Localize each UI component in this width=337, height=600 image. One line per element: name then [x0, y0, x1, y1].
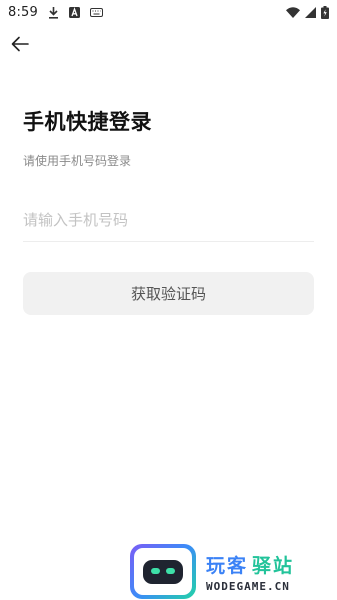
- phone-field: [23, 200, 314, 242]
- signal-icon: [305, 6, 316, 18]
- page-subtitle: 请使用手机号码登录: [23, 154, 132, 168]
- phone-number-input[interactable]: [23, 200, 314, 240]
- text-a-icon: [69, 6, 80, 18]
- battery-icon: [321, 5, 329, 19]
- status-bar: 8:59: [0, 0, 337, 24]
- status-time: 8:59: [8, 4, 38, 20]
- wifi-icon: [286, 6, 300, 18]
- watermark-cn-part2: 驿站: [252, 554, 295, 577]
- watermark-logo: [130, 544, 196, 599]
- download-icon: [48, 6, 59, 19]
- arrow-left-icon: [11, 36, 29, 52]
- watermark-domain: WODEGAME.CN: [206, 579, 290, 593]
- watermark-cn-part1: 玩客: [206, 554, 249, 577]
- watermark-text: 玩客 驿站 WODEGAME.CN: [206, 551, 294, 593]
- page-title: 手机快捷登录: [23, 110, 152, 134]
- get-verification-code-button[interactable]: 获取验证码: [23, 272, 314, 315]
- robot-face-icon: [143, 559, 183, 584]
- status-left-icons: [48, 6, 103, 19]
- login-screen: 8:59 手机快捷登录 请使用手机号码登录 请输入手机号码 获取验证码 玩客 驿…: [0, 0, 337, 600]
- back-button[interactable]: [6, 30, 34, 58]
- status-right-icons: [286, 5, 329, 19]
- watermark: 玩客 驿站 WODEGAME.CN: [130, 543, 337, 600]
- keyboard-icon: [90, 7, 103, 17]
